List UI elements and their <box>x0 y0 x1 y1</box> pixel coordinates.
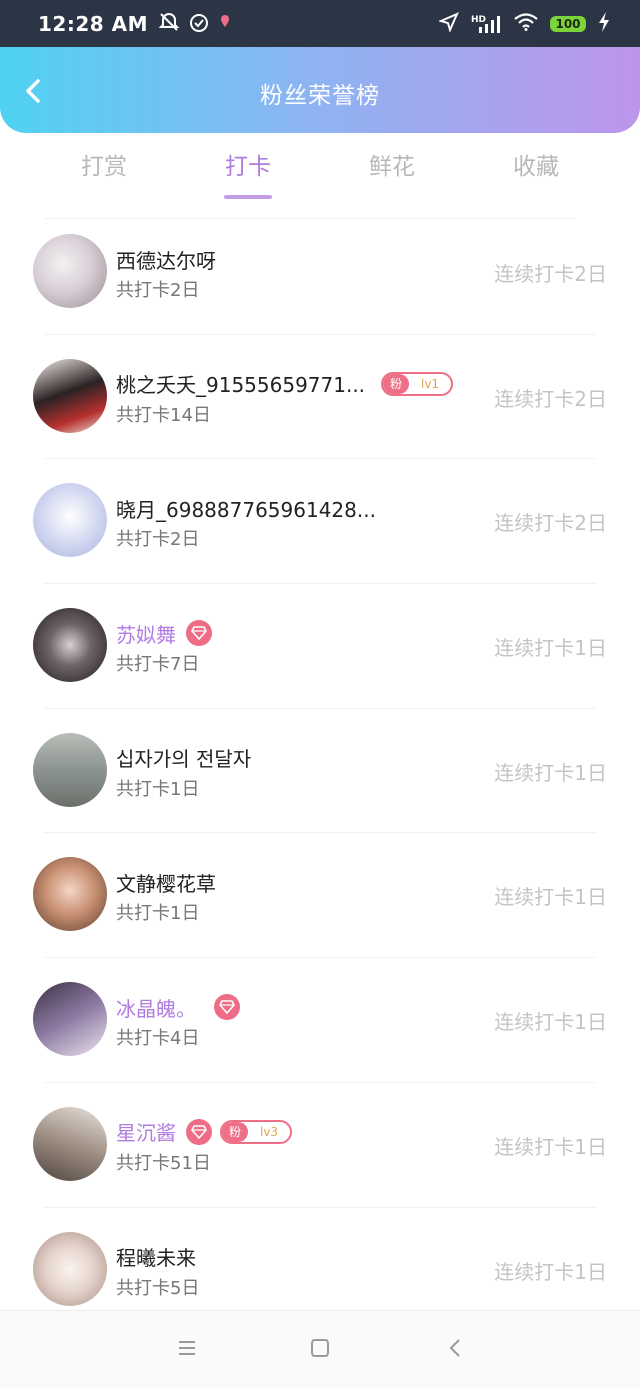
total-checkins: 共打卡14日 <box>116 404 211 426</box>
streak-days: 连续打卡1日 <box>494 1134 607 1159</box>
total-checkins: 共打卡1日 <box>116 778 200 800</box>
navigation-icon <box>438 11 459 36</box>
battery-icon: 100 <box>550 15 586 32</box>
list-item[interactable]: 晓月_698887765961428... 共打卡2日 连续打卡2日 <box>0 459 640 584</box>
diamond-icon <box>186 620 212 647</box>
total-checkins: 共打卡51日 <box>116 1152 211 1174</box>
total-checkins: 共打卡2日 <box>116 280 200 301</box>
streak-days: 连续打卡2日 <box>494 386 607 411</box>
streak-days: 连续打卡1日 <box>494 885 607 910</box>
total-checkins: 共打卡5日 <box>116 1277 200 1299</box>
diamond-icon <box>186 1118 212 1145</box>
tab-checkin[interactable]: 打卡 <box>176 140 320 202</box>
status-bar: 12:28 AM HD 100 <box>0 0 640 47</box>
avatar[interactable] <box>33 358 107 433</box>
streak-days: 连续打卡2日 <box>494 262 607 286</box>
menu-icon[interactable] <box>177 1338 197 1362</box>
fan-list: 西德达尔呀 共打卡2日 连续打卡2日 桃之夭夭_91555659771... 粉… <box>0 210 640 1332</box>
avatar[interactable] <box>33 732 107 807</box>
signal-icon: HD <box>471 15 502 33</box>
list-item[interactable]: 苏姒舞 共打卡7日 连续打卡1日 <box>0 584 640 709</box>
streak-days: 连续打卡2日 <box>494 511 607 536</box>
fan-name: 文静樱花草 <box>116 871 216 896</box>
diamond-icon <box>214 994 240 1021</box>
app-header: 粉丝荣誉榜 <box>0 47 640 133</box>
fan-name: 桃之夭夭_91555659771... <box>116 373 366 398</box>
avatar[interactable] <box>33 1231 107 1306</box>
back-nav-icon[interactable] <box>446 1338 466 1362</box>
streak-days: 连续打卡1日 <box>494 1259 607 1284</box>
total-checkins: 共打卡4日 <box>116 1028 200 1050</box>
avatar[interactable] <box>33 857 107 932</box>
tab-favorites[interactable]: 收藏 <box>464 140 608 202</box>
avatar[interactable] <box>33 982 107 1057</box>
system-nav-bar <box>0 1310 640 1388</box>
fan-badge-level: lv3 <box>259 1124 279 1139</box>
tab-bar: 打赏 打卡 鲜花 收藏 <box>32 140 608 202</box>
home-icon[interactable] <box>310 1338 330 1362</box>
total-checkins: 共打卡1日 <box>116 903 200 925</box>
list-item[interactable]: 西德达尔呀 共打卡2日 连续打卡2日 <box>0 210 640 335</box>
fan-name: 苏姒舞 <box>116 622 176 647</box>
page-title: 粉丝荣誉榜 <box>260 83 380 109</box>
location-dot-icon <box>218 13 232 35</box>
wifi-icon <box>514 12 538 35</box>
avatar[interactable] <box>33 608 107 683</box>
fan-badge-tag: 粉 <box>383 373 410 394</box>
list-item[interactable]: 십자가의 전달자 共打卡1日 连续打卡1日 <box>0 709 640 834</box>
total-checkins: 共打卡7日 <box>116 654 200 676</box>
fan-level-badge: 粉 lv1 <box>381 371 454 396</box>
battery-level: 100 <box>555 16 581 31</box>
fan-badge-tag: 粉 <box>222 1121 248 1142</box>
alarm-icon <box>188 11 210 37</box>
list-item[interactable]: 冰晶魄。 共打卡4日 连续打卡1日 <box>0 958 640 1083</box>
fan-name: 晓月_698887765961428... <box>116 497 376 522</box>
avatar[interactable] <box>33 483 107 558</box>
fan-name: 程曦未来 <box>116 1246 196 1270</box>
tab-reward[interactable]: 打赏 <box>32 140 176 202</box>
hd-label: HD <box>470 14 486 25</box>
tab-flowers[interactable]: 鲜花 <box>320 140 464 202</box>
fan-badge-level: lv1 <box>421 376 440 391</box>
fan-name: 십자가의 전달자 <box>116 747 252 772</box>
bell-muted-icon <box>158 11 180 37</box>
fan-level-badge: 粉 lv3 <box>220 1119 292 1144</box>
fan-name: 西德达尔呀 <box>116 248 216 273</box>
total-checkins: 共打卡2日 <box>116 529 200 551</box>
streak-days: 连续打卡1日 <box>494 760 607 785</box>
list-item[interactable]: 桃之夭夭_91555659771... 粉 lv1 共打卡14日 连续打卡2日 <box>0 335 640 460</box>
streak-days: 连续打卡1日 <box>494 1010 607 1035</box>
fan-name: 星沉酱 <box>116 1121 176 1146</box>
charging-icon <box>598 11 610 36</box>
avatar[interactable] <box>33 234 107 308</box>
status-time: 12:28 AM <box>38 11 149 36</box>
streak-days: 连续打卡1日 <box>494 636 607 661</box>
fan-name: 冰晶魄。 <box>116 996 196 1021</box>
avatar[interactable] <box>33 1106 107 1181</box>
list-item[interactable]: 文静樱花草 共打卡1日 连续打卡1日 <box>0 833 640 958</box>
list-item[interactable]: 星沉酱 粉 lv3 共打卡51日 连续打卡1日 <box>0 1083 640 1208</box>
